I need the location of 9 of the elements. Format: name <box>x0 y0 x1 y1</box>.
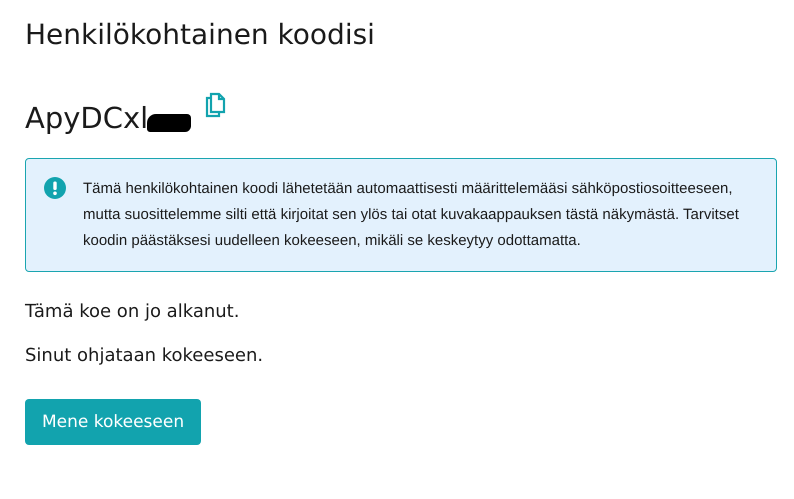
notice-text: Tämä henkilökohtainen koodi lähetetään automaattisesti määrittelemääsi sähköpostiosoitteeseen, mutta suosittelemme silti että kirjoitat sen ylös tai otat kuvakaappauksen tästä näkymästä. Tarvitset koodin päästäksesi uudelleen kokeeseen, mikäli se keskeytyy odottamatta. <box>83 179 740 251</box>
page-heading: Henkilökohtainen koodisi <box>25 17 376 53</box>
go-to-exam-button[interactable]: Mene kokeeseen <box>25 399 202 445</box>
status-text: Tämä koe on jo alkanut. <box>25 300 240 324</box>
copy-icon[interactable] <box>205 92 228 118</box>
personal-code: ApyDCxl <box>25 100 148 136</box>
exclamation-icon <box>44 177 66 199</box>
redaction-mark <box>147 114 192 132</box>
status-text: Sinut ohjataan kokeeseen. <box>25 344 264 368</box>
